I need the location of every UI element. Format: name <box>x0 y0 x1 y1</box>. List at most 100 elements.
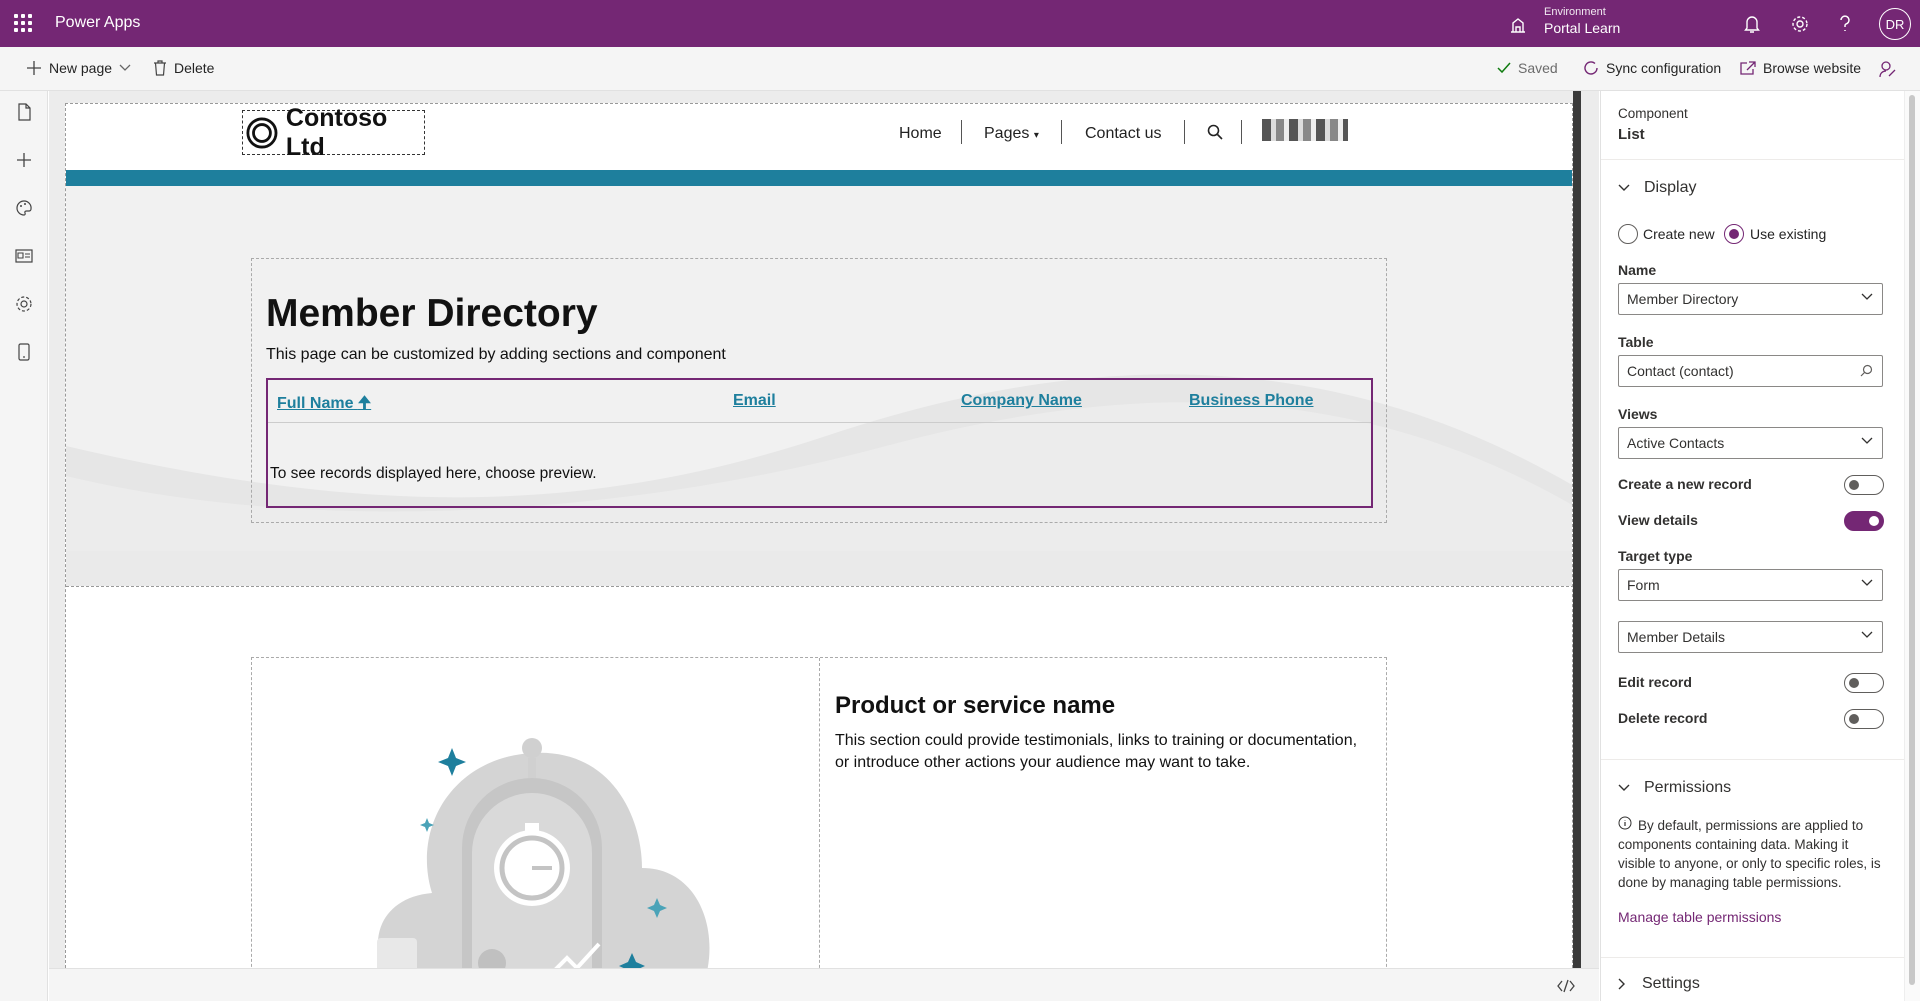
templates-icon[interactable] <box>15 247 33 265</box>
logo-icon <box>246 117 278 148</box>
component-name: List <box>1618 126 1645 143</box>
left-rail <box>0 91 48 1001</box>
site-logo[interactable]: Contoso Ltd <box>242 104 425 161</box>
column-header-full-name[interactable]: Full Name 🠉 <box>277 392 371 419</box>
scrollbar-thumb[interactable] <box>1909 95 1915 985</box>
column-label: Full Name <box>277 395 354 412</box>
nav-pages[interactable]: Pages ▾ <box>984 125 1039 143</box>
page-title: Member Directory <box>266 292 598 335</box>
app-name[interactable]: Power Apps <box>55 14 140 32</box>
radio-use-existing[interactable] <box>1724 224 1744 244</box>
sync-icon <box>1584 61 1598 75</box>
browse-label: Browse website <box>1763 60 1862 76</box>
canvas-scrollbar[interactable] <box>1573 91 1581 968</box>
section-divider <box>66 586 1572 587</box>
trash-icon <box>154 60 166 76</box>
chevron-down-icon <box>1861 293 1873 300</box>
table-value: Contact (contact) <box>1627 363 1734 379</box>
accent-band <box>66 170 1572 186</box>
saved-label: Saved <box>1518 60 1558 76</box>
name-dropdown[interactable]: Member Directory <box>1618 283 1883 315</box>
target-type-value: Form <box>1627 577 1660 593</box>
page-subtitle: This page can be customized by adding se… <box>266 346 726 363</box>
sort-ascending-icon: 🠉 <box>357 395 372 412</box>
add-component-icon[interactable] <box>15 151 33 169</box>
nav-divider <box>1061 120 1062 144</box>
component-type-label: Component <box>1618 106 1688 121</box>
chevron-down-icon <box>1861 631 1873 638</box>
product-illustration <box>377 738 710 968</box>
browse-website-button[interactable]: Browse website <box>1740 60 1861 76</box>
edit-record-label: Edit record <box>1618 674 1692 690</box>
environment-icon <box>1511 18 1525 33</box>
column-header-email[interactable]: Email <box>733 392 776 410</box>
delete-record-label: Delete record <box>1618 710 1708 726</box>
chevron-down-icon <box>1861 437 1873 444</box>
two-column-section[interactable]: Product or service name This section cou… <box>251 657 1387 968</box>
notifications-icon[interactable] <box>1743 14 1761 34</box>
pages-icon[interactable] <box>15 103 33 121</box>
avatar[interactable]: DR <box>1879 8 1911 40</box>
create-record-toggle[interactable] <box>1844 475 1884 495</box>
chevron-down-icon <box>1618 784 1630 791</box>
nav-contact[interactable]: Contact us <box>1085 125 1161 143</box>
code-view-icon[interactable] <box>1557 979 1575 993</box>
caret-down-icon: ▾ <box>1033 130 1039 141</box>
chevron-down-icon[interactable] <box>119 64 131 72</box>
form-dropdown[interactable]: Member Details <box>1618 621 1883 653</box>
section-container[interactable]: Member Directory This page can be custom… <box>251 258 1387 523</box>
sync-label: Sync configuration <box>1606 60 1722 76</box>
settings-icon[interactable] <box>1790 14 1810 34</box>
manage-table-permissions-link[interactable]: Manage table permissions <box>1618 909 1781 925</box>
views-dropdown[interactable]: Active Contacts <box>1618 427 1883 459</box>
view-details-toggle[interactable] <box>1844 511 1884 531</box>
chevron-down-icon <box>1618 184 1630 191</box>
open-external-icon <box>1740 61 1756 75</box>
properties-panel: Component List Display Create new Use ex… <box>1600 91 1905 1001</box>
environment-name[interactable]: Portal Learn <box>1544 20 1620 36</box>
form-value: Member Details <box>1627 629 1726 645</box>
search-icon[interactable] <box>1207 124 1223 140</box>
delete-button[interactable]: Delete <box>153 60 214 76</box>
app-launcher-icon[interactable] <box>14 14 32 32</box>
nav-home[interactable]: Home <box>899 125 942 143</box>
edit-record-toggle[interactable] <box>1844 673 1884 693</box>
column-header-business-phone[interactable]: Business Phone <box>1189 392 1313 410</box>
app-header: Power Apps Environment Portal Learn DR <box>0 0 1920 47</box>
hero-bottom-strip <box>66 551 1572 586</box>
panel-scrollbar[interactable] <box>1904 91 1920 1001</box>
target-type-label: Target type <box>1618 548 1693 564</box>
list-component[interactable]: Full Name 🠉 Email Company Name Business … <box>266 378 1373 508</box>
settings-icon[interactable] <box>15 295 33 313</box>
nav-pages-label: Pages <box>984 125 1030 142</box>
new-page-button[interactable]: New page <box>26 60 131 76</box>
sync-configuration-button[interactable]: Sync configuration <box>1583 60 1721 76</box>
table-label: Table <box>1618 334 1654 350</box>
environment-label: Environment <box>1544 6 1606 18</box>
radio-create-new[interactable] <box>1618 224 1638 244</box>
delete-record-toggle[interactable] <box>1844 709 1884 729</box>
column-header-company-name[interactable]: Company Name <box>961 392 1082 410</box>
radio-use-existing-label: Use existing <box>1750 226 1827 242</box>
nav-divider <box>1184 120 1185 144</box>
views-label: Views <box>1618 406 1658 422</box>
product-title: Product or service name <box>835 692 1116 719</box>
code-bar <box>49 968 1599 1001</box>
create-record-label: Create a new record <box>1618 476 1752 492</box>
redacted-user-name[interactable] <box>1262 119 1348 141</box>
mobile-icon[interactable] <box>15 343 33 361</box>
chevron-down-icon <box>1861 579 1873 586</box>
name-value: Member Directory <box>1627 291 1739 307</box>
table-lookup[interactable]: Contact (contact) <box>1618 355 1883 387</box>
column-divider <box>819 658 820 968</box>
styling-icon[interactable] <box>15 199 33 217</box>
feedback-icon[interactable] <box>1878 60 1896 78</box>
settings-section-header[interactable]: Settings <box>1618 975 1700 993</box>
help-icon[interactable] <box>1838 14 1852 34</box>
settings-heading: Settings <box>1642 975 1700 992</box>
brand-name: Contoso Ltd <box>285 103 388 161</box>
permissions-info-text: By default, permissions are applied to c… <box>1618 818 1881 890</box>
permissions-section-header[interactable]: Permissions <box>1618 779 1731 797</box>
target-type-dropdown[interactable]: Form <box>1618 569 1883 601</box>
display-section-header[interactable]: Display <box>1618 179 1696 197</box>
